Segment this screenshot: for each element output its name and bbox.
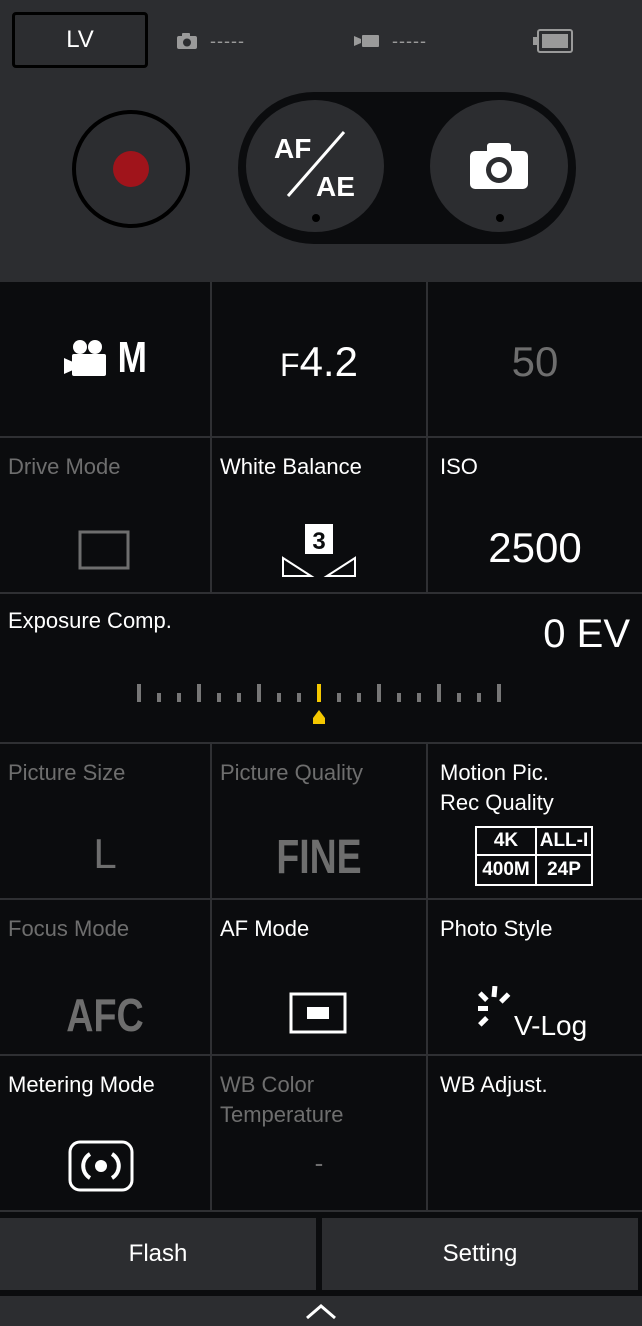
record-button[interactable] [72, 110, 190, 228]
aperture-cell[interactable]: F4.2 [212, 282, 426, 436]
single-shot-icon [78, 530, 130, 570]
picture-size-label: Picture Size [8, 760, 126, 785]
photo-style-cell[interactable]: Photo Style V-Log [428, 900, 642, 1054]
focus-mode-value: AFC [66, 989, 144, 1041]
ae-text: AE [316, 171, 355, 202]
expand-handle[interactable] [0, 1296, 642, 1326]
metering-mode-cell[interactable]: Metering Mode [0, 1056, 210, 1210]
white-balance-label: White Balance [220, 454, 362, 479]
shutter-camera-icon [470, 143, 528, 189]
wb-color-temp-value: - [314, 1148, 324, 1178]
rec-quality-badge: 4K ALL-I 400M 24P [475, 826, 593, 886]
picture-quality-label: Picture Quality [220, 760, 364, 785]
wb-color-temp-label-line2: Temperature [220, 1102, 344, 1127]
wb-color-temp-cell[interactable]: WB Color Temperature - [212, 1056, 426, 1210]
live-view-button[interactable]: LV [12, 12, 148, 68]
ev-scale-tick [257, 684, 261, 702]
rec-fps: 24P [547, 859, 581, 880]
photo-style-icon [478, 986, 511, 1027]
af-mode-cell[interactable]: AF Mode [212, 900, 426, 1054]
picture-quality-cell[interactable]: Picture Quality FINE [212, 744, 426, 898]
multi-metering-icon [68, 1140, 134, 1192]
ev-scale-tick [317, 684, 321, 702]
camera-control-bar: LV ----- ----- AF AE [0, 0, 642, 282]
photo-remaining-status: ----- [176, 28, 245, 54]
photo-remaining-count: ----- [210, 30, 245, 51]
motion-rec-label-line1: Motion Pic. [440, 760, 549, 785]
ev-scale-tick [197, 684, 201, 702]
video-remaining-status: ----- [354, 28, 427, 54]
aperture-value: 4.2 [299, 338, 358, 385]
metering-mode-label: Metering Mode [8, 1072, 155, 1097]
shutter-button[interactable] [430, 100, 568, 232]
video-remaining-count: ----- [392, 30, 427, 51]
movie-camera-icon [64, 340, 106, 376]
drive-mode-cell[interactable]: Drive Mode [0, 438, 210, 592]
exposure-mode-cell[interactable]: M [0, 282, 210, 436]
ev-scale-tick [137, 684, 141, 702]
ev-scale-tick [457, 693, 461, 702]
ev-scale-tick [357, 693, 361, 702]
iso-value: 2500 [488, 524, 582, 571]
picture-size-cell[interactable]: Picture Size L [0, 744, 210, 898]
shutter-speed-cell[interactable]: 50 [428, 282, 642, 436]
video-camera-icon [354, 35, 379, 47]
af-text: AF [274, 133, 311, 164]
aperture-prefix: F [280, 347, 300, 383]
af-indicator-dot [312, 214, 320, 222]
exposure-mode-letter: M [117, 333, 147, 382]
chevron-up-icon [306, 1304, 336, 1320]
motion-rec-label-line2: Rec Quality [440, 790, 554, 815]
wb-color-temp-label: WB Color Temperature [220, 1070, 344, 1130]
wb-color-temp-label-line1: WB Color [220, 1072, 315, 1097]
picture-size-value: L [93, 830, 117, 877]
af-ae-button[interactable]: AF AE [246, 100, 384, 232]
iso-cell[interactable]: ISO 2500 [428, 438, 642, 592]
motion-rec-quality-cell[interactable]: Motion Pic. Rec Quality 4K ALL-I 400M 24… [428, 744, 642, 898]
battery-full-icon [533, 29, 573, 53]
ev-scale-tick [297, 693, 301, 702]
exposure-comp-value: 0 EV [543, 612, 630, 656]
wb-custom-icon: 3 [282, 524, 356, 577]
ev-scale-tick [237, 693, 241, 702]
focus-mode-cell[interactable]: Focus Mode AFC [0, 900, 210, 1054]
ev-scale-tick [177, 693, 181, 702]
ev-scale-tick [477, 693, 481, 702]
ev-scale-tick [277, 693, 281, 702]
af-ae-icon: AF AE [274, 131, 355, 202]
drive-mode-label: Drive Mode [8, 454, 121, 479]
ev-scale-tick [437, 684, 441, 702]
flash-button[interactable]: Flash [0, 1218, 316, 1290]
wb-adjust-label: WB Adjust. [440, 1072, 548, 1097]
rec-resolution: 4K [477, 828, 537, 856]
setting-button[interactable]: Setting [322, 1218, 638, 1290]
photo-style-label: Photo Style [440, 916, 553, 941]
exposure-comp-label: Exposure Comp. [8, 608, 172, 633]
camera-icon [177, 33, 197, 49]
rec-bitrate: 400M [477, 856, 537, 884]
photo-style-value: V-Log [514, 1010, 588, 1041]
record-dot-icon [113, 151, 149, 187]
rec-codec: ALL-I [537, 828, 591, 856]
ev-scale-tick [397, 693, 401, 702]
wb-preset-number: 3 [312, 528, 325, 555]
focus-mode-label: Focus Mode [8, 916, 130, 941]
iso-label: ISO [440, 454, 478, 479]
shutter-indicator-dot [496, 214, 504, 222]
ev-scale-tick [497, 684, 501, 702]
af-single-area-icon [289, 992, 347, 1034]
ev-scale-tick [377, 684, 381, 702]
af-mode-label: AF Mode [220, 916, 310, 941]
white-balance-cell[interactable]: White Balance 3 [212, 438, 426, 592]
ev-scale-tick [337, 693, 341, 702]
ev-scale-tick [417, 693, 421, 702]
exposure-comp-pointer [313, 710, 325, 724]
shutter-speed-value: 50 [511, 338, 559, 385]
ev-scale-tick [217, 693, 221, 702]
picture-quality-value: FINE [276, 831, 362, 884]
ev-scale-tick [157, 693, 161, 702]
wb-adjust-cell[interactable]: WB Adjust. [428, 1056, 642, 1210]
exposure-comp-scale[interactable] [134, 682, 504, 726]
motion-rec-quality-label: Motion Pic. Rec Quality [440, 758, 554, 818]
